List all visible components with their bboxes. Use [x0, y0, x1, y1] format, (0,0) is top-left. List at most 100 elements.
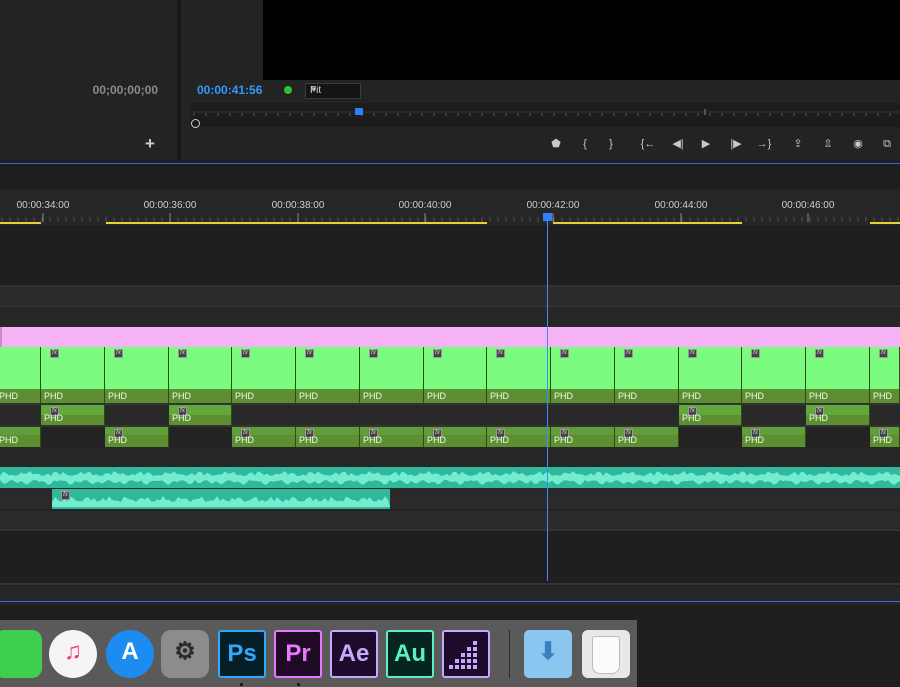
- playhead-handle[interactable]: [543, 213, 552, 221]
- video-clip[interactable]: fx PHD: [105, 427, 169, 447]
- zoom-scroll-handle[interactable]: [191, 119, 200, 128]
- program-timecode[interactable]: 00:00:41:56: [197, 83, 262, 97]
- video-clip[interactable]: fx PHD: [232, 427, 296, 447]
- audio-clip[interactable]: fx: [52, 489, 390, 509]
- video-clip[interactable]: fx PHD: [296, 347, 360, 403]
- step-forward-icon: |▶: [730, 138, 742, 150]
- clip-label: PHD: [490, 435, 510, 445]
- video-clip[interactable]: fx PHD: [169, 405, 232, 425]
- video-clip[interactable]: fx PHD: [296, 427, 360, 447]
- video-clip[interactable]: fx PHD: [551, 347, 615, 403]
- track-lane[interactable]: [0, 225, 900, 285]
- video-clip[interactable]: fx PHD: [870, 347, 900, 403]
- clip-label: PHD: [427, 391, 447, 401]
- fx-badge-icon: fx: [688, 349, 697, 358]
- video-clip[interactable]: fx PHD: [679, 347, 742, 403]
- video-clip[interactable]: fx PHD: [551, 427, 615, 447]
- video-clip[interactable]: fx PHD: [360, 427, 424, 447]
- video-clip[interactable]: fx PHD: [105, 347, 169, 403]
- dock-after-effects-icon[interactable]: Ae: [330, 630, 378, 678]
- ruler-timecode-label: 00:00:34:00: [16, 200, 70, 211]
- audio-waveform: [52, 496, 390, 507]
- track-lane[interactable]: [0, 583, 900, 585]
- track-lane[interactable]: [0, 307, 900, 327]
- video-clip[interactable]: fx PHD: [424, 427, 487, 447]
- dock-system-preferences-icon[interactable]: ⚙: [161, 630, 209, 678]
- clip-label: PHD: [235, 391, 255, 401]
- video-clip[interactable]: fx PHD: [41, 405, 105, 425]
- step-forward-button[interactable]: |▶: [728, 137, 744, 151]
- go-to-out-button[interactable]: →}: [756, 137, 772, 151]
- clip-label: PHD: [44, 413, 64, 423]
- go-to-in-icon: {←: [640, 138, 656, 150]
- playhead-line[interactable]: [547, 218, 548, 581]
- video-clip[interactable]: fx PHD: [615, 427, 679, 447]
- video-clip[interactable]: fx PHD: [806, 347, 870, 403]
- mark-in-button[interactable]: {: [577, 137, 593, 151]
- dock-app-store-icon[interactable]: A: [106, 630, 154, 678]
- zoom-level-select[interactable]: Fit ▼: [305, 83, 361, 99]
- marker-button[interactable]: ⬟: [548, 137, 564, 151]
- dock-media-encoder-icon[interactable]: [442, 630, 490, 678]
- clip-label: PHD: [0, 435, 19, 445]
- go-to-in-button[interactable]: {←: [640, 137, 656, 151]
- video-clip[interactable]: PHD: [0, 427, 41, 447]
- video-clip[interactable]: fx PHD: [615, 347, 679, 403]
- track-lane[interactable]: [0, 531, 900, 583]
- marker-icon: ⬟: [551, 138, 561, 150]
- video-clip[interactable]: fx PHD: [360, 347, 424, 403]
- dock-downloads-icon[interactable]: ⬇: [524, 630, 572, 678]
- video-clip[interactable]: fx PHD: [169, 347, 232, 403]
- dock-trash-icon[interactable]: [582, 630, 630, 678]
- video-clip[interactable]: fx PHD: [806, 405, 870, 425]
- step-back-button[interactable]: ◀|: [670, 137, 686, 151]
- video-clip[interactable]: fx PHD: [679, 405, 742, 425]
- video-clip[interactable]: fx PHD: [742, 427, 806, 447]
- dock-separator: [509, 630, 510, 678]
- video-clip[interactable]: PHD: [0, 347, 41, 403]
- lift-button[interactable]: ⇪: [790, 137, 806, 151]
- fx-badge-icon: fx: [624, 349, 633, 358]
- extract-button[interactable]: ⇫: [820, 137, 836, 151]
- panel-focus-line: [0, 163, 900, 164]
- clip-label: PHD: [618, 391, 638, 401]
- video-clip[interactable]: fx PHD: [232, 347, 296, 403]
- track-lane[interactable]: [0, 287, 900, 305]
- mini-playhead-handle[interactable]: [355, 108, 363, 115]
- timeline-ruler[interactable]: 00:00:34:00 00:00:36:00 00:00:38:00 00:00:4…: [0, 189, 900, 225]
- video-clip[interactable]: fx PHD: [41, 347, 105, 403]
- dock-premiere-pro-icon[interactable]: Pr: [274, 630, 322, 678]
- track-lane[interactable]: [0, 511, 900, 529]
- dock-itunes-icon[interactable]: ♫: [49, 630, 97, 678]
- mark-out-button[interactable]: }: [603, 137, 619, 151]
- export-frame-button[interactable]: ◉: [850, 137, 866, 151]
- audio-clip[interactable]: [0, 467, 900, 488]
- fx-badge-icon: fx: [496, 349, 505, 358]
- video-clip[interactable]: fx PHD: [487, 347, 551, 403]
- program-video-frame: [263, 0, 900, 80]
- clip-label: PHD: [108, 391, 128, 401]
- comparison-view-button[interactable]: ⧉: [879, 137, 895, 151]
- play-button[interactable]: ▶: [698, 137, 714, 151]
- video-clip[interactable]: fx PHD: [742, 347, 806, 403]
- timeline-tracks[interactable]: PHD fx PHD fx PHD fx PHD fx PHD fx PHD fx PHD fx PHD fx…: [0, 225, 900, 605]
- track-lane[interactable]: [0, 405, 900, 425]
- mark-in-icon: {: [583, 138, 587, 150]
- video-clip[interactable]: fx PHD: [424, 347, 487, 403]
- go-to-out-icon: →}: [756, 138, 772, 150]
- chevron-down-icon: ▼: [310, 85, 318, 94]
- clip-label: PHD: [618, 435, 638, 445]
- add-button[interactable]: +: [142, 135, 158, 152]
- dock-facetime-icon[interactable]: [0, 630, 42, 678]
- video-clip[interactable]: fx PHD: [870, 427, 900, 447]
- source-timecode[interactable]: 00;00;00;00: [0, 83, 158, 97]
- clip-label: PHD: [44, 391, 64, 401]
- video-clip[interactable]: fx PHD: [487, 427, 551, 447]
- program-mini-ruler[interactable]: [190, 103, 900, 127]
- dock-photoshop-icon[interactable]: Ps: [218, 630, 266, 678]
- comparison-view-icon: ⧉: [883, 138, 891, 150]
- clip-label: PHD: [427, 435, 447, 445]
- dock-audition-icon[interactable]: Au: [386, 630, 434, 678]
- ruler-timecode-label: 00:00:38:00: [271, 200, 325, 211]
- adjustment-layer-clip[interactable]: [0, 327, 900, 347]
